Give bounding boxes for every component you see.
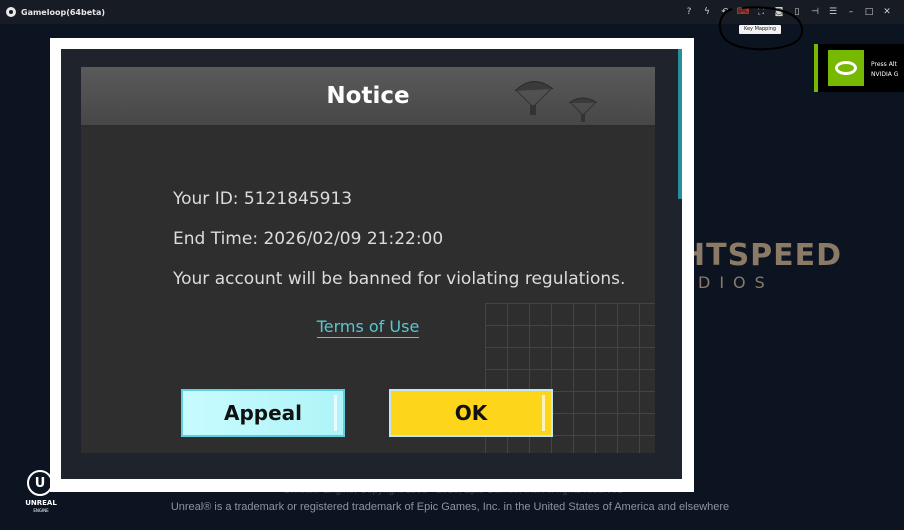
user-id-text: Your ID: 5121845913 <box>173 189 353 209</box>
app-title: Gameloop(64beta) <box>21 7 106 17</box>
help-icon[interactable]: ? <box>680 0 698 24</box>
nvidia-logo-icon <box>828 50 864 86</box>
ok-button[interactable]: OK <box>389 389 553 437</box>
dialog-header: Notice <box>81 67 655 127</box>
dialog-body: Your ID: 5121845913 End Time: 2026/02/09… <box>81 127 655 453</box>
nvidia-text-1: Press Alt <box>871 61 897 68</box>
studio-logo: HTSPEED DIOS <box>680 238 850 298</box>
trademark-text: Unreal® is a trademark or registered tra… <box>170 501 730 513</box>
annotation-circle <box>718 6 803 51</box>
dialog-title: Notice <box>326 83 410 109</box>
unreal-logo-subtext: ENGINE <box>33 508 49 513</box>
terms-row: Terms of Use <box>81 317 655 338</box>
pin-icon[interactable]: ⊣ <box>806 0 824 24</box>
nvidia-overlay: Press Alt NVIDIA G <box>814 44 904 92</box>
ban-end-time-text: End Time: 2026/02/09 21:22:00 <box>173 229 444 249</box>
nvidia-text-2: NVIDIA G <box>871 71 899 78</box>
gameloop-logo-icon <box>6 7 16 17</box>
maximize-icon[interactable]: □ <box>860 0 878 24</box>
scene-glow <box>678 49 682 199</box>
ban-message-text: Your account will be banned for violatin… <box>173 269 626 289</box>
close-icon[interactable]: ✕ <box>878 0 896 24</box>
appeal-button[interactable]: Appeal <box>181 389 345 437</box>
studio-logo-line1: HTSPEED <box>680 238 843 273</box>
minimize-icon[interactable]: – <box>842 0 860 24</box>
menu-icon[interactable]: ☰ <box>824 0 842 24</box>
studio-logo-line2: DIOS <box>698 273 774 292</box>
terms-of-use-link[interactable]: Terms of Use <box>316 317 420 338</box>
unreal-logo-text: UNREAL <box>25 499 57 507</box>
game-viewport: Notice Your ID: 5121845913 End Time: 202… <box>61 49 682 479</box>
highlight-frame: Notice Your ID: 5121845913 End Time: 202… <box>50 38 694 492</box>
